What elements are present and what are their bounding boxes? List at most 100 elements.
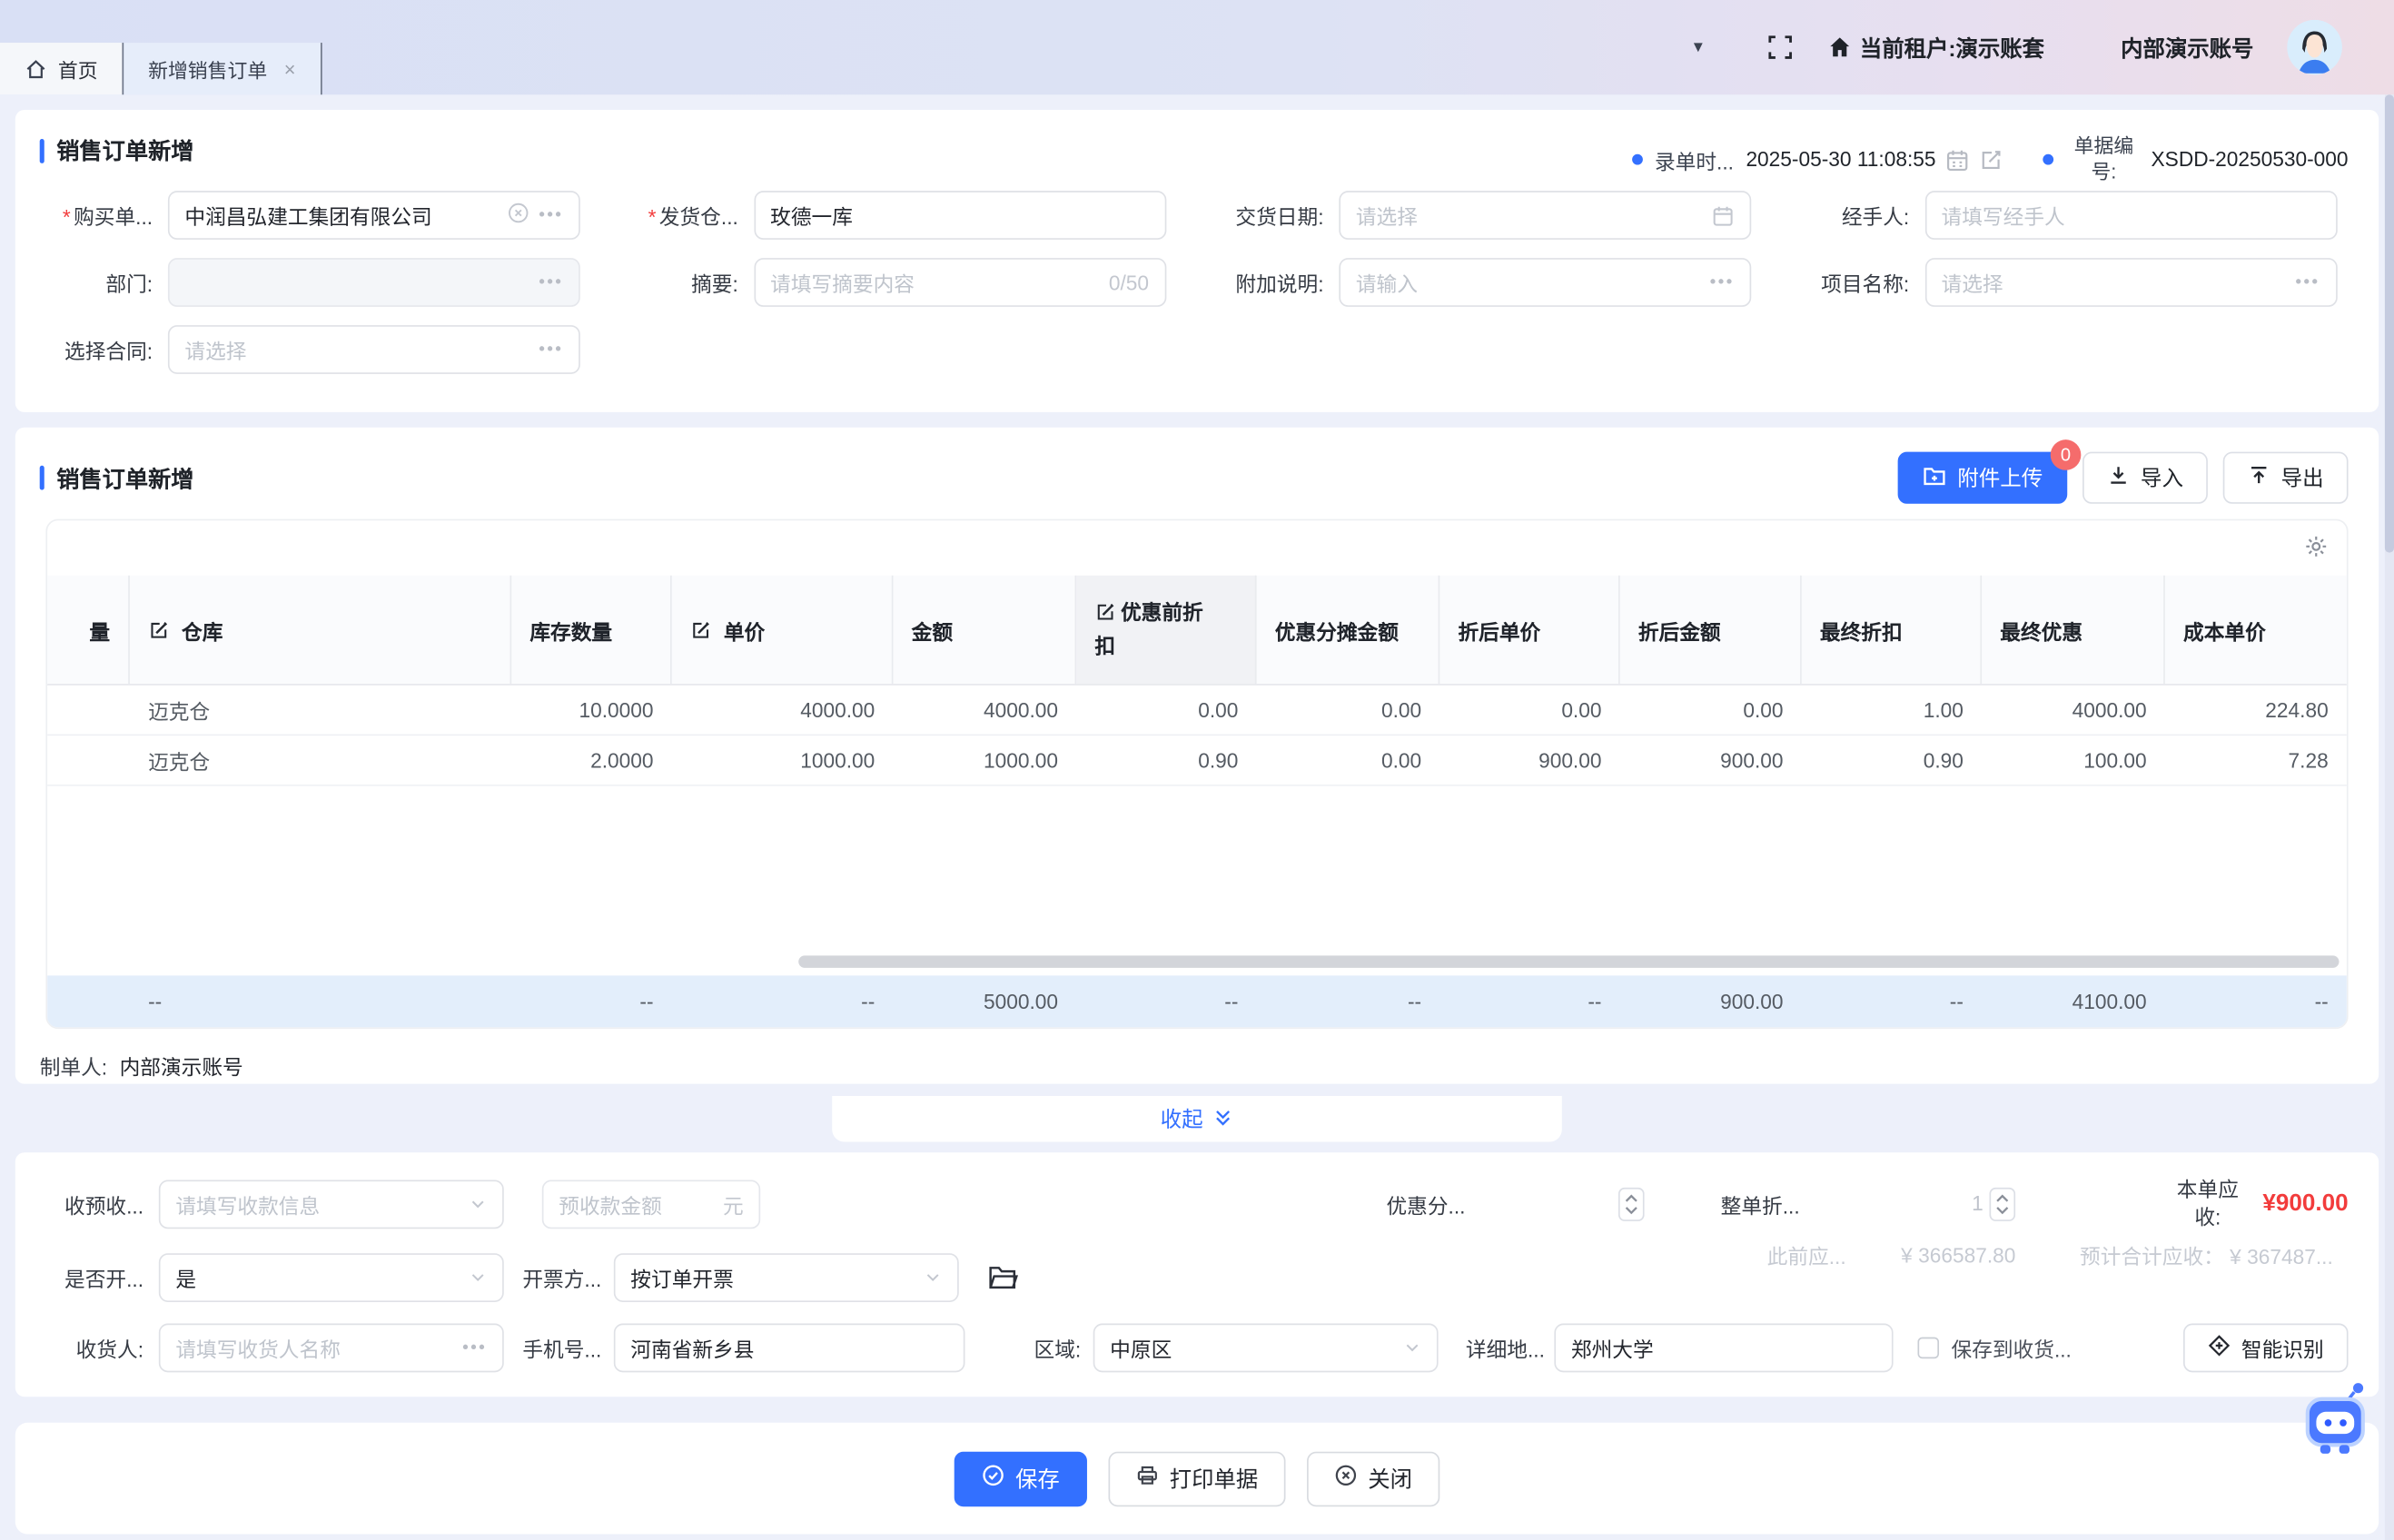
edit-time-icon[interactable]	[1979, 148, 2003, 173]
summary-cell: --	[672, 975, 894, 1027]
collapse-toggle[interactable]: 收起	[832, 1096, 1562, 1141]
header-form: *购买单... 中润昌弘建工集团有限公司 ••• *发货仓... 玫德一库 交货…	[40, 191, 2349, 374]
dept-input[interactable]: •••	[168, 258, 580, 307]
cell[interactable]: 100.00	[1982, 735, 2165, 785]
cell[interactable]: 0.00	[1076, 686, 1256, 735]
ellipsis-icon[interactable]: •••	[2295, 273, 2320, 291]
column-header-after-amount: 折后金额	[1620, 576, 1802, 684]
ellipsis-icon[interactable]: •••	[539, 206, 563, 224]
tab-new-sales-order[interactable]: 新增销售订单 ×	[123, 43, 322, 94]
contract-input[interactable]: 请选择 •••	[168, 325, 580, 374]
cell[interactable]: 900.00	[1620, 735, 1802, 785]
tab-home[interactable]: 首页	[0, 43, 123, 94]
phone-input[interactable]: 河南省新乡县	[614, 1324, 965, 1373]
cell[interactable]	[47, 735, 130, 785]
settle-row-2: 是否开... 是 开票方... 按订单开票	[45, 1253, 2348, 1302]
advance-select[interactable]: 请填写收款信息	[159, 1180, 504, 1229]
chevron-down-icon	[469, 1269, 487, 1287]
cell[interactable]: 0.00	[1620, 686, 1802, 735]
cell[interactable]: 1000.00	[672, 735, 894, 785]
note-input[interactable]: 请输入 •••	[1339, 258, 1751, 307]
table-row: 迈克仓 10.0000 4000.00 4000.00 0.00 0.00 0.…	[47, 686, 2347, 735]
summary-input[interactable]: 请填写摘要内容 0/50	[754, 258, 1166, 307]
field-ship-warehouse: *发货仓... 玫德一库	[625, 191, 1177, 240]
summary-cell: --	[1076, 975, 1256, 1027]
cell[interactable]: 10.0000	[511, 686, 672, 735]
column-header-final-discount: 最终折扣	[1802, 576, 1982, 684]
ship-wh-input[interactable]: 玫德一库	[754, 191, 1166, 240]
address-input[interactable]: 郑州大学	[1554, 1324, 1893, 1373]
project-input[interactable]: 请选择 •••	[1924, 258, 2337, 307]
horizontal-scrollbar[interactable]	[47, 951, 2347, 975]
avatar[interactable]	[2287, 20, 2342, 75]
ellipsis-icon[interactable]: •••	[539, 341, 563, 359]
cell[interactable]: 4000.00	[1982, 686, 2165, 735]
folder-open-icon[interactable]	[986, 1261, 1020, 1295]
cell[interactable]: 0.00	[1257, 735, 1440, 785]
ellipsis-icon[interactable]: •••	[539, 273, 563, 291]
caret-down-icon[interactable]: ▼	[1690, 39, 1706, 55]
diamond-scan-icon	[2208, 1334, 2231, 1361]
discount-share-stepper[interactable]	[1618, 1187, 1645, 1220]
cell[interactable]: 900.00	[1439, 735, 1619, 785]
advance-amount-input[interactable]: 预收款金额 元	[542, 1180, 760, 1229]
cell[interactable]: 0.90	[1802, 735, 1982, 785]
ellipsis-icon[interactable]: •••	[462, 1338, 487, 1357]
cell[interactable]	[47, 686, 130, 735]
clear-circle-icon[interactable]	[507, 202, 529, 229]
scrollbar-thumb[interactable]	[799, 955, 2340, 967]
receiver-input[interactable]: 请填写收货人名称 •••	[159, 1324, 504, 1373]
page-scrollbar[interactable]	[2385, 94, 2394, 1540]
record-time-label: 录单时...	[1655, 145, 1734, 176]
cell[interactable]: 7.28	[2165, 735, 2347, 785]
gear-icon[interactable]	[2304, 534, 2329, 563]
tenant-info[interactable]: 当前租户:演示账套	[1828, 31, 2044, 63]
order-discount-label: 整单折...	[1721, 1189, 1815, 1219]
smart-recognize-button[interactable]: 智能识别	[2183, 1324, 2349, 1373]
save-button[interactable]: 保存	[955, 1451, 1087, 1506]
cell[interactable]: 0.90	[1076, 735, 1256, 785]
order-discount-value[interactable]: 1	[1972, 1192, 1983, 1215]
save-address-checkbox[interactable]	[1917, 1338, 1939, 1359]
cell[interactable]: 1.00	[1802, 686, 1982, 735]
field-summary: 摘要: 请填写摘要内容 0/50	[625, 258, 1177, 307]
cell[interactable]: 224.80	[2165, 686, 2347, 735]
page-scrollbar-thumb[interactable]	[2385, 94, 2394, 552]
field-handler: 经手人: 请填写经手人	[1796, 191, 2349, 240]
close-icon[interactable]: ×	[284, 57, 296, 80]
invoice-select[interactable]: 是	[159, 1253, 504, 1302]
invoice-method-select[interactable]: 按订单开票	[614, 1253, 959, 1302]
buyer-input[interactable]: 中润昌弘建工集团有限公司 •••	[168, 191, 580, 240]
import-button[interactable]: 导入	[2082, 452, 2208, 504]
due-group: 本单应收: ¥900.00	[2168, 1177, 2348, 1230]
attach-upload-button[interactable]: 附件上传 0	[1898, 452, 2068, 504]
close-button[interactable]: 关闭	[1307, 1451, 1439, 1506]
print-button[interactable]: 打印单据	[1108, 1451, 1285, 1506]
cell-warehouse[interactable]: 迈克仓	[130, 735, 511, 785]
region-select[interactable]: 中原区	[1093, 1324, 1439, 1373]
calendar-icon[interactable]	[1945, 148, 1970, 173]
chevron-down-icon	[924, 1269, 942, 1287]
cell[interactable]: 0.00	[1439, 686, 1619, 735]
cell[interactable]: 0.00	[1257, 686, 1440, 735]
summary-cell: --	[130, 975, 511, 1027]
cell-warehouse[interactable]: 迈克仓	[130, 686, 511, 735]
invoice-method-label: 开票方...	[522, 1262, 614, 1293]
handler-input[interactable]: 请填写经手人	[1924, 191, 2337, 240]
cell[interactable]: 4000.00	[672, 686, 894, 735]
cell[interactable]: 2.0000	[511, 735, 672, 785]
summary-cell: 5000.00	[893, 975, 1076, 1027]
buyer-label: *购买单...	[40, 200, 168, 231]
ellipsis-icon[interactable]: •••	[1710, 273, 1735, 291]
order-discount-stepper[interactable]	[1989, 1187, 2015, 1220]
cell[interactable]: 1000.00	[893, 735, 1076, 785]
account-name[interactable]: 内部演示账号	[2121, 31, 2253, 63]
card2-title-text: 销售订单新增	[56, 462, 193, 494]
fullscreen-icon[interactable]	[1766, 34, 1794, 61]
field-contract: 选择合同: 请选择 •••	[40, 325, 592, 374]
delivery-date-input[interactable]: 请选择	[1339, 191, 1751, 240]
export-button[interactable]: 导出	[2223, 452, 2349, 504]
assistant-robot-button[interactable]	[2290, 1374, 2379, 1463]
cell[interactable]: 4000.00	[893, 686, 1076, 735]
settlement-card: 收预收... 请填写收款信息 预收款金额 元 优惠分... 整单折... 1	[15, 1152, 2379, 1397]
